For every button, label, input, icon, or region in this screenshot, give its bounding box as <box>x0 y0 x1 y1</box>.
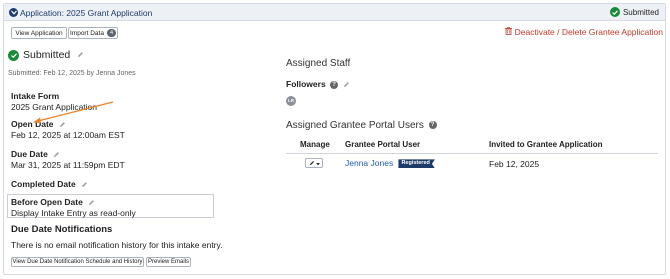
chevron-down-icon[interactable] <box>9 8 18 17</box>
manage-dropdown-button[interactable] <box>305 158 323 168</box>
annotation-arrow <box>33 101 114 123</box>
edit-pencil-icon[interactable] <box>343 80 350 90</box>
view-application-button[interactable]: View Application <box>11 27 67 39</box>
caret-down-icon <box>315 159 320 168</box>
invited-date: Feb 12, 2025 <box>489 159 540 169</box>
import-data-button[interactable]: Import Data 4 <box>68 27 118 39</box>
panel-title: Application: 2025 Grant Application <box>20 7 153 18</box>
deactivate-delete-link[interactable]: Deactivate / Delete Grantee Application <box>504 26 663 37</box>
help-icon[interactable]: ? <box>330 80 339 89</box>
due-date-label: Due Date <box>11 149 60 160</box>
preview-emails-button[interactable]: Preview Emails <box>146 257 191 267</box>
edit-pencil-icon <box>309 159 315 168</box>
followers-label: Followers ? <box>286 79 350 90</box>
col-header-invited: Invited to Grantee Application <box>489 140 603 149</box>
table-row: Jenna Jones Registered <box>345 158 435 169</box>
due-date-notifications-title: Due Date Notifications <box>11 224 113 235</box>
no-history-text: There is no email notification history f… <box>11 240 223 250</box>
portal-user-link[interactable]: Jenna Jones <box>345 158 393 168</box>
trash-icon <box>504 26 512 37</box>
import-count-badge: 4 <box>106 29 117 37</box>
edit-pencil-icon[interactable] <box>81 180 88 190</box>
check-circle-icon <box>8 49 19 61</box>
submitted-heading: Submitted <box>8 49 84 61</box>
portal-users-title: Assigned Grantee Portal Users ? <box>286 120 437 131</box>
before-open-date-label: Before Open Date <box>11 197 95 208</box>
edit-pencil-icon[interactable] <box>53 150 60 160</box>
submitted-meta: Submitted: Feb 12, 2025 by Jenna Jones <box>8 70 136 77</box>
open-date-value: Feb 12, 2025 at 12:00am EST <box>11 130 125 140</box>
status-text: Submitted <box>622 7 659 17</box>
panel-header[interactable]: Application: 2025 Grant Application Subm… <box>4 4 665 21</box>
col-header-portal-user: Grantee Portal User <box>345 140 421 149</box>
help-icon[interactable]: ? <box>428 121 437 130</box>
completed-date-label: Completed Date <box>11 179 88 190</box>
edit-pencil-icon[interactable] <box>77 49 84 61</box>
registered-badge: Registered <box>398 159 435 169</box>
check-circle-icon <box>609 7 620 17</box>
assigned-staff-title: Assigned Staff <box>286 58 351 69</box>
view-notification-schedule-button[interactable]: View Due Date Notification Schedule and … <box>11 257 144 267</box>
edit-pencil-icon[interactable] <box>88 198 95 208</box>
col-header-manage: Manage <box>300 140 330 149</box>
due-date-value: Mar 31, 2025 at 11:59pm EDT <box>11 160 125 170</box>
status-badge: Submitted <box>609 7 659 17</box>
table-divider <box>286 153 658 154</box>
follower-avatar[interactable]: LR <box>286 96 296 106</box>
before-open-date-box: Before Open Date Display Intake Entry as… <box>7 194 214 218</box>
before-open-date-value: Display Intake Entry as read-only <box>11 208 136 218</box>
